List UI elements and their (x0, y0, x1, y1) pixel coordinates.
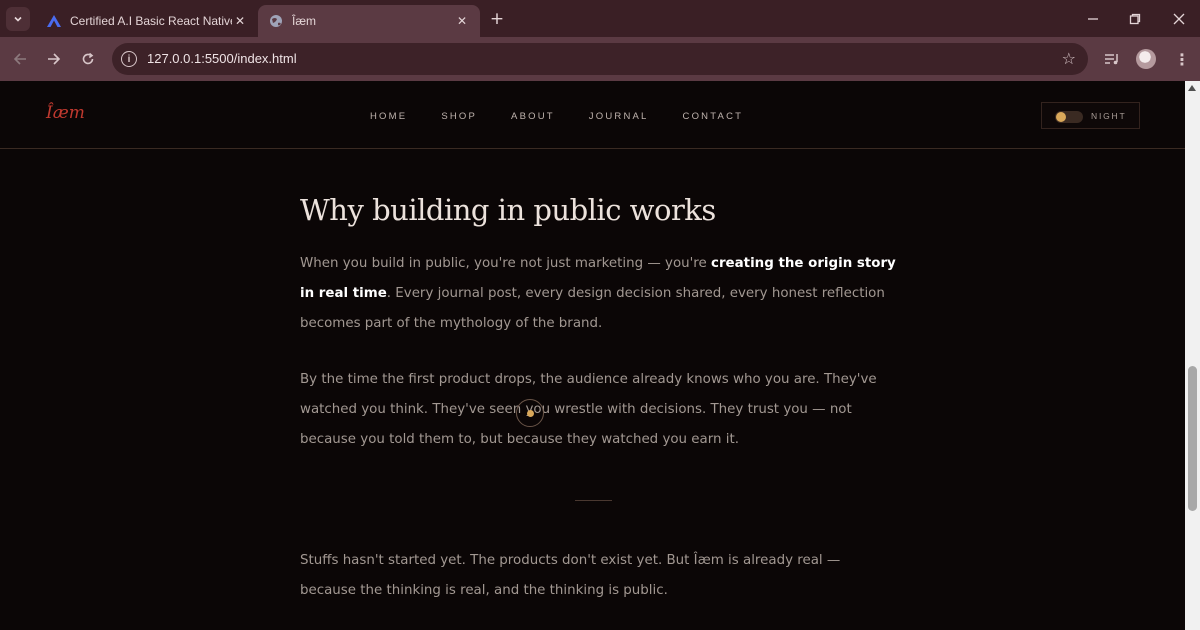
restore-icon[interactable] (1122, 6, 1148, 32)
paragraph-text: . Every journal post, every design decis… (300, 286, 885, 331)
browser-tab-iaem[interactable]: Îæm ✕ (258, 5, 480, 37)
profile-avatar[interactable] (1136, 49, 1156, 69)
scroll-up-arrow-icon[interactable] (1188, 85, 1196, 91)
tab-title: Îæm (292, 14, 316, 28)
media-controls-icon[interactable] (1100, 47, 1124, 71)
site-info-icon[interactable]: i (121, 51, 137, 67)
address-bar[interactable]: i 127.0.0.1:5500/index.html ☆ (112, 43, 1088, 75)
article-paragraph-3: Stuffs hasn't started yet. The products … (300, 553, 841, 598)
browser-tab-certified[interactable]: Certified A.I Basic React Native ✕ (36, 5, 258, 37)
bookmark-star-icon[interactable]: ☆ (1062, 49, 1076, 68)
close-icon[interactable]: ✕ (232, 13, 248, 29)
reload-icon[interactable] (76, 47, 100, 71)
paragraph-text: When you build in public, you're not jus… (300, 256, 712, 271)
custom-cursor-dot (527, 410, 534, 417)
night-mode-toggle[interactable]: NIGHT (1041, 102, 1140, 129)
journal-article: Why building in public works When you bu… (300, 193, 900, 598)
site-logo[interactable]: Îæm (46, 103, 85, 123)
new-tab-plus-icon[interactable]: + (486, 8, 508, 30)
close-icon[interactable]: ✕ (454, 13, 470, 29)
nav-shop[interactable]: SHOP (441, 111, 477, 122)
main-nav: HOME SHOP ABOUT JOURNAL CONTACT (370, 111, 777, 122)
back-arrow-icon[interactable] (8, 47, 32, 71)
nav-contact[interactable]: CONTACT (683, 111, 744, 122)
page-scrollbar[interactable] (1185, 81, 1200, 630)
toggle-knob (1056, 112, 1066, 122)
tab-search-chevron-icon[interactable] (6, 7, 30, 31)
article-paragraph-1: When you build in public, you're not jus… (300, 249, 900, 339)
globe-icon (268, 13, 284, 29)
scrollbar-thumb[interactable] (1188, 366, 1197, 511)
minimize-icon[interactable] (1080, 6, 1106, 32)
toggle-label: NIGHT (1091, 111, 1127, 121)
nav-home[interactable]: HOME (370, 111, 407, 122)
window-close-icon[interactable] (1166, 6, 1192, 32)
page-viewport: Îæm HOME SHOP ABOUT JOURNAL CONTACT NIGH… (0, 81, 1185, 630)
url-text: 127.0.0.1:5500/index.html (147, 51, 297, 66)
site-header: Îæm HOME SHOP ABOUT JOURNAL CONTACT NIGH… (0, 81, 1185, 149)
nav-about[interactable]: ABOUT (511, 111, 555, 122)
tab-title: Certified A.I Basic React Native (70, 14, 232, 28)
kebab-menu-icon[interactable]: ⋮ (1170, 47, 1194, 71)
browser-toolbar: i 127.0.0.1:5500/index.html ☆ ⋮ (0, 37, 1200, 81)
triangle-logo-icon (46, 13, 62, 29)
forward-arrow-icon[interactable] (42, 47, 66, 71)
toggle-track[interactable] (1055, 111, 1083, 123)
article-paragraph-2: By the time the first product drops, the… (300, 372, 877, 447)
browser-tab-bar: Certified A.I Basic React Native ✕ Îæm ✕… (0, 0, 1200, 37)
nav-journal[interactable]: JOURNAL (589, 111, 649, 122)
article-heading: Why building in public works (300, 193, 716, 227)
section-divider (575, 500, 612, 501)
